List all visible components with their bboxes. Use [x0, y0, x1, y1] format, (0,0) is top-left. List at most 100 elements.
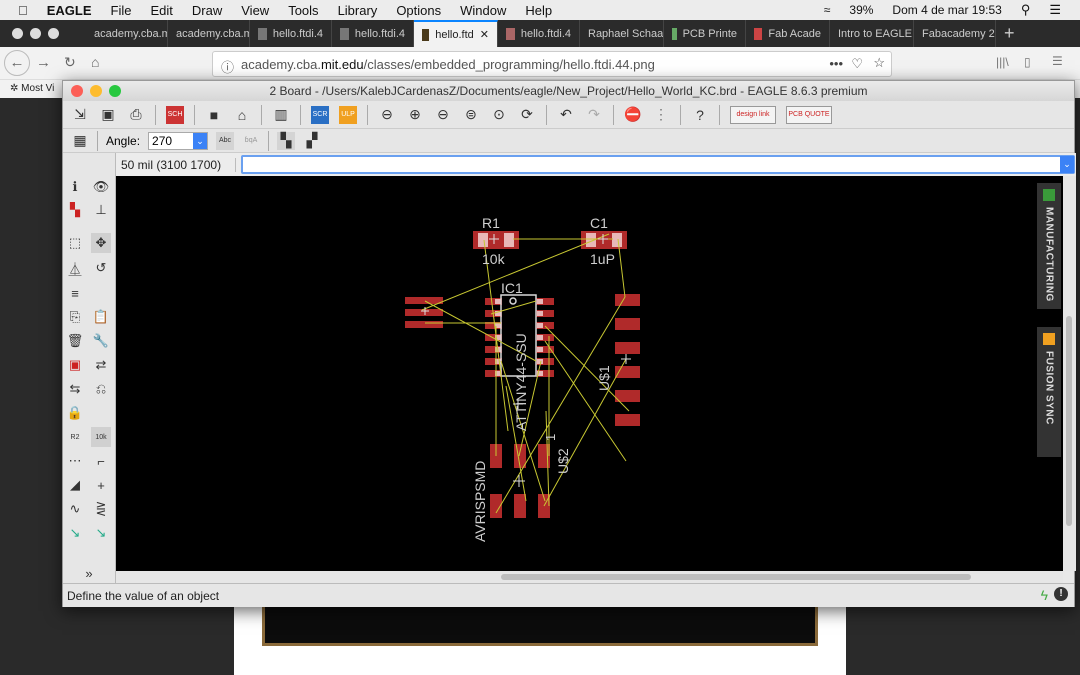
clock[interactable]: Dom 4 de mar 19:53	[892, 3, 1001, 17]
library-icon[interactable]: ▥	[272, 106, 290, 124]
home-icon[interactable]: ⌂	[91, 54, 99, 70]
menu-library[interactable]: Library	[338, 3, 378, 18]
split-icon[interactable]: ⋯	[65, 451, 85, 471]
browser-tab[interactable]: Fabacademy 2	[914, 20, 996, 47]
info-icon[interactable]: ⓘ	[221, 57, 234, 76]
command-line-input[interactable]: ⌄	[241, 155, 1075, 174]
copy-icon[interactable]: ⎘	[65, 307, 85, 327]
cam-factory-icon[interactable]: ⌂	[233, 106, 251, 124]
back-icon[interactable]: ←	[4, 50, 30, 76]
swap-icon[interactable]: ⇆	[65, 379, 85, 399]
pcb-quote-button[interactable]: PCB QUOTE	[786, 105, 832, 124]
chevron-down-icon[interactable]: ⌄	[193, 132, 208, 149]
layers-3d-icon[interactable]: ■	[205, 106, 223, 124]
wrench-icon[interactable]: 🔧	[91, 331, 111, 351]
expand-more-icon[interactable]: »	[79, 563, 99, 583]
route-icon[interactable]: ↘	[65, 523, 85, 543]
help-icon[interactable]: ?	[691, 106, 709, 124]
browser-tab[interactable]: PCB Printe	[664, 20, 746, 47]
browser-tab-active[interactable]: hello.ftd ✕	[414, 20, 498, 47]
angle-select[interactable]: 270 ⌄	[148, 131, 209, 150]
replace-icon[interactable]: ⇄	[91, 355, 111, 375]
browser-tab[interactable]: academy.cba.m	[168, 20, 250, 47]
text-mirror-icon[interactable]: ɓqA	[242, 132, 260, 150]
move-icon[interactable]: ✥	[91, 233, 111, 253]
battery-percent[interactable]: 39%	[849, 3, 873, 17]
close-tab-icon[interactable]: ✕	[480, 28, 489, 41]
browser-tab[interactable]: hello.ftdi.4	[332, 20, 414, 47]
menu-help[interactable]: Help	[525, 3, 552, 18]
save-icon[interactable]: ▣	[99, 106, 117, 124]
minimize-button[interactable]	[90, 85, 102, 97]
browser-tab[interactable]: hello.ftdi.4	[498, 20, 580, 47]
go-icon[interactable]: ⋮	[652, 106, 670, 124]
menu-draw[interactable]: Draw	[192, 3, 222, 18]
new-tab-icon[interactable]: +	[996, 23, 1015, 44]
zoom-last-icon[interactable]: ⊙	[490, 106, 508, 124]
vertical-scroll-thumb[interactable]	[1066, 316, 1072, 526]
bookmark-most-visited[interactable]: Most Vi	[21, 83, 54, 94]
show-eye-icon[interactable]: 👁	[91, 177, 111, 197]
fusion-sync-tab[interactable]: FUSION SYNC	[1037, 327, 1061, 457]
miter-icon[interactable]: ⌐	[91, 451, 111, 471]
manufacturing-tab[interactable]: MANUFACTURING	[1037, 183, 1061, 309]
select-icon[interactable]: ⬚	[65, 233, 85, 253]
forward-icon[interactable]: →	[36, 54, 51, 71]
redo-icon[interactable]: ↷	[585, 106, 603, 124]
polygon-icon[interactable]: ◢	[65, 475, 85, 495]
undo-icon[interactable]: ↶	[557, 106, 575, 124]
lock-icon[interactable]: 🔒	[65, 403, 85, 423]
board-canvas[interactable]: R1 10k C1 1uP IC1 ATTINY44-SSU U$1 U$2 1…	[116, 176, 1063, 571]
lightning-icon[interactable]: ϟ	[1041, 587, 1048, 603]
zoom-in-icon[interactable]: ⊕	[406, 106, 424, 124]
zoom-select-icon[interactable]: ⊜	[462, 106, 480, 124]
alert-icon[interactable]: !	[1054, 587, 1068, 601]
name-icon[interactable]: R2	[65, 427, 85, 447]
close-button[interactable]	[71, 85, 83, 97]
value-icon[interactable]: 10k	[91, 427, 111, 447]
library-icon[interactable]: |||\	[996, 55, 1009, 69]
menu-tools[interactable]: Tools	[288, 3, 318, 18]
zoom-out-icon[interactable]: ⊖	[434, 106, 452, 124]
sidebar-icon[interactable]: ▯	[1024, 55, 1031, 69]
chevron-down-icon[interactable]: ⌄	[1060, 156, 1074, 173]
delete-icon[interactable]: 🗑	[65, 331, 85, 351]
script-icon[interactable]: SCR	[311, 105, 329, 124]
mirror-icon[interactable]: ⏅	[65, 258, 85, 278]
apple-icon[interactable]: 	[18, 3, 28, 18]
zoom-button[interactable]	[109, 85, 121, 97]
pads-layout-alt-icon[interactable]: ▞	[303, 132, 321, 150]
ripup-icon[interactable]: ↘	[91, 523, 111, 543]
info-icon[interactable]: ℹ	[65, 177, 85, 197]
text-upright-icon[interactable]: Abc	[216, 131, 235, 150]
smash-icon[interactable]: ⎌	[91, 379, 111, 399]
differential-pair-icon[interactable]: ⋛	[91, 499, 111, 519]
open-icon[interactable]: ⇲	[71, 106, 89, 124]
mark-icon[interactable]: ⊥	[91, 200, 111, 220]
paste-icon[interactable]: 📋	[91, 307, 111, 327]
design-link-button[interactable]: design link	[730, 105, 776, 124]
schematic-icon[interactable]: SCH	[166, 105, 184, 124]
close-dot[interactable]	[12, 28, 23, 39]
notification-icon[interactable]: ☰	[1049, 2, 1061, 18]
horizontal-scrollbar[interactable]	[116, 571, 1063, 583]
browser-tab[interactable]: Raphael Schaa	[580, 20, 664, 47]
rotate-icon[interactable]: ↺	[91, 258, 111, 278]
bookmark-star-icon[interactable]: ☆	[873, 55, 885, 71]
browser-tab[interactable]: hello.ftdi.4	[250, 20, 332, 47]
spotlight-icon[interactable]: ⚲	[1021, 2, 1031, 18]
pads-layout-icon[interactable]: ▚	[277, 131, 296, 150]
horizontal-scroll-thumb[interactable]	[501, 574, 971, 580]
print-icon[interactable]: ⎙	[127, 106, 145, 124]
align-icon[interactable]: ≡	[65, 283, 85, 303]
url-field[interactable]: ⓘ academy.cba.mit.edu/classes/embedded_p…	[212, 51, 892, 77]
ulp-icon[interactable]: ULP	[339, 105, 357, 124]
zoom-fit-icon[interactable]: ⊖	[378, 106, 396, 124]
menu-view[interactable]: View	[241, 3, 269, 18]
menu-window[interactable]: Window	[460, 3, 506, 18]
browser-tab[interactable]: Fab Acade	[746, 20, 830, 47]
zoom-dot[interactable]	[48, 28, 59, 39]
via-icon[interactable]: +	[91, 475, 111, 495]
browser-tab[interactable]: academy.cba.m	[86, 20, 168, 47]
menu-app[interactable]: EAGLE	[47, 3, 92, 18]
